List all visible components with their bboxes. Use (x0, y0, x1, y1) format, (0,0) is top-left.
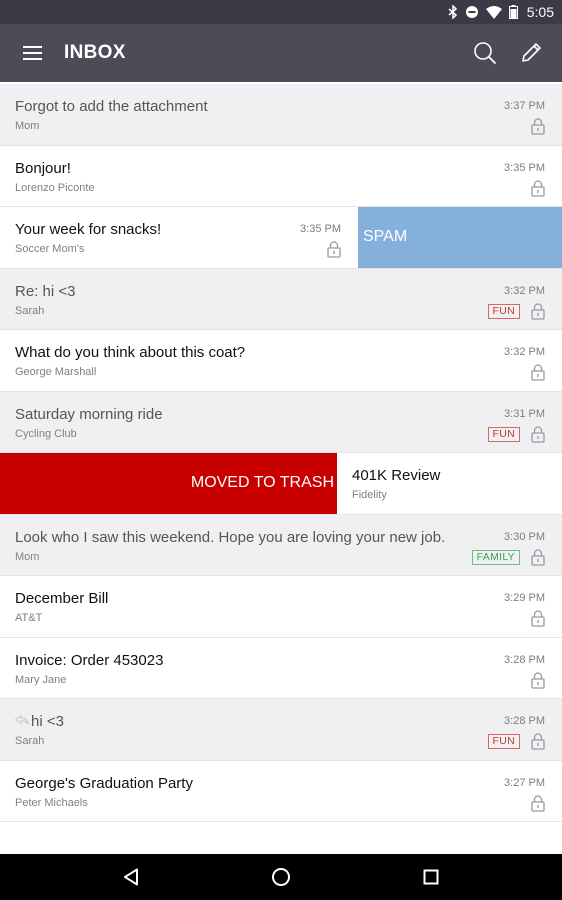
minus-circle-icon (465, 6, 478, 18)
message-sender: Cycling Club (15, 427, 77, 440)
message-sender: George Marshall (15, 366, 97, 378)
swiped-message-content[interactable]: 401K Review Fidelity (337, 453, 562, 514)
bluetooth-icon (448, 5, 457, 19)
trash-swipe-action[interactable]: MOVED TO TRASH (0, 453, 337, 514)
reply-icon (15, 715, 29, 725)
recents-square-icon (423, 869, 439, 885)
home-circle-icon (272, 868, 290, 886)
message-sender: Sarah (15, 304, 45, 317)
search-button[interactable] (462, 24, 508, 82)
message-subject: Re: hi <3 (15, 282, 76, 300)
lock-icon (531, 548, 545, 566)
message-time: 3:30 PM (504, 530, 545, 543)
message-sender: Sarah (15, 735, 45, 747)
message-row[interactable]: What do you think about this coat? Georg… (0, 330, 562, 392)
message-time: 3:32 PM (504, 284, 545, 297)
message-subject: What do you think about this coat? (15, 344, 246, 361)
message-subject: Forgot to add the attachment (15, 98, 208, 115)
recents-button[interactable] (401, 854, 461, 900)
label-tag: FUN (487, 303, 520, 319)
message-subject: Look who I saw this weekend. Hope you ar… (15, 528, 446, 546)
hamburger-menu-icon (22, 46, 42, 60)
message-subject: Saturday morning ride (15, 405, 163, 423)
message-list: Forgot to add the attachment Mom 3:37 PM… (0, 84, 562, 822)
message-row[interactable]: Re: hi <3 Sarah 3:32 PM FUN (0, 268, 562, 330)
message-row[interactable]: George's Graduation Party Peter Michaels… (0, 760, 562, 822)
message-row-swiped-spam[interactable]: Your week for snacks! Soccer Mom's 3:35 … (0, 207, 562, 269)
status-bar: 5:05 (0, 0, 562, 24)
system-nav-bar (0, 854, 562, 900)
lock-icon (531, 610, 545, 627)
message-subject: 401K Review (352, 467, 441, 484)
message-time: 3:28 PM (504, 653, 545, 666)
label-tag: FAMILY (471, 549, 520, 565)
lock-icon (531, 118, 545, 135)
message-row[interactable]: December Bill AT&T 3:29 PM (0, 576, 562, 638)
swiped-message-content[interactable]: Your week for snacks! Soccer Mom's 3:35 … (0, 207, 358, 268)
message-time: 3:28 PM (504, 715, 545, 727)
lock-icon (531, 425, 545, 443)
message-sender: Peter Michaels (15, 796, 88, 809)
battery-icon (508, 5, 518, 19)
home-button[interactable] (251, 854, 311, 900)
message-row[interactable]: Look who I saw this weekend. Hope you ar… (0, 514, 562, 576)
message-row[interactable]: Invoice: Order 453023 Mary Jane 3:28 PM (0, 637, 562, 699)
back-button[interactable] (101, 854, 161, 900)
message-sender: AT&T (15, 612, 43, 624)
wifi-icon (485, 5, 502, 19)
message-time: 3:31 PM (504, 407, 545, 420)
label-tag: FUN (487, 734, 520, 749)
message-subject: Invoice: Order 453023 (15, 651, 164, 669)
lock-icon (531, 179, 545, 197)
message-sender: Lorenzo Piconte (15, 181, 95, 194)
search-icon (474, 42, 497, 65)
label-tag: FUN (487, 426, 520, 442)
lock-icon (531, 302, 545, 320)
message-sender: Fidelity (352, 489, 387, 501)
page-title: INBOX (64, 42, 126, 63)
message-row[interactable]: hi <3 Sarah 3:28 PM FUN (0, 699, 562, 761)
message-time: 3:32 PM (504, 346, 545, 358)
message-time: 3:35 PM (300, 223, 341, 235)
lock-icon (531, 671, 545, 689)
lock-icon (531, 794, 545, 812)
message-sender: Soccer Mom's (15, 243, 85, 255)
pencil-icon (522, 43, 541, 62)
app-bar: INBOX (0, 24, 562, 82)
message-subject: Your week for snacks! (15, 221, 162, 238)
message-subject: December Bill (15, 590, 109, 607)
message-row[interactable]: Bonjour! Lorenzo Piconte 3:35 PM (0, 145, 562, 207)
message-time: 3:37 PM (504, 100, 545, 112)
message-time: 3:27 PM (504, 776, 545, 789)
message-subject: hi <3 (31, 713, 64, 730)
message-time: 3:35 PM (504, 161, 545, 174)
message-sender: Mom (15, 120, 40, 132)
message-row-swiped-trash[interactable]: MOVED TO TRASH 401K Review Fidelity (0, 453, 562, 515)
message-sender: Mom (15, 550, 40, 563)
compose-button[interactable] (508, 24, 554, 82)
lock-icon (531, 364, 545, 381)
menu-button[interactable] (0, 24, 64, 82)
spam-swipe-action[interactable]: SPAM (358, 207, 562, 268)
message-sender: Mary Jane (15, 673, 67, 686)
message-subject: Bonjour! (15, 159, 71, 177)
lock-icon (327, 241, 341, 258)
lock-icon (531, 733, 545, 750)
status-time: 5:05 (526, 4, 554, 20)
back-triangle-icon (124, 868, 138, 886)
message-row[interactable]: Saturday morning ride Cycling Club 3:31 … (0, 391, 562, 453)
message-time: 3:29 PM (504, 592, 545, 604)
message-row[interactable]: Forgot to add the attachment Mom 3:37 PM (0, 84, 562, 146)
message-subject: George's Graduation Party (15, 774, 193, 792)
message-subject-line: hi <3 (15, 713, 64, 730)
